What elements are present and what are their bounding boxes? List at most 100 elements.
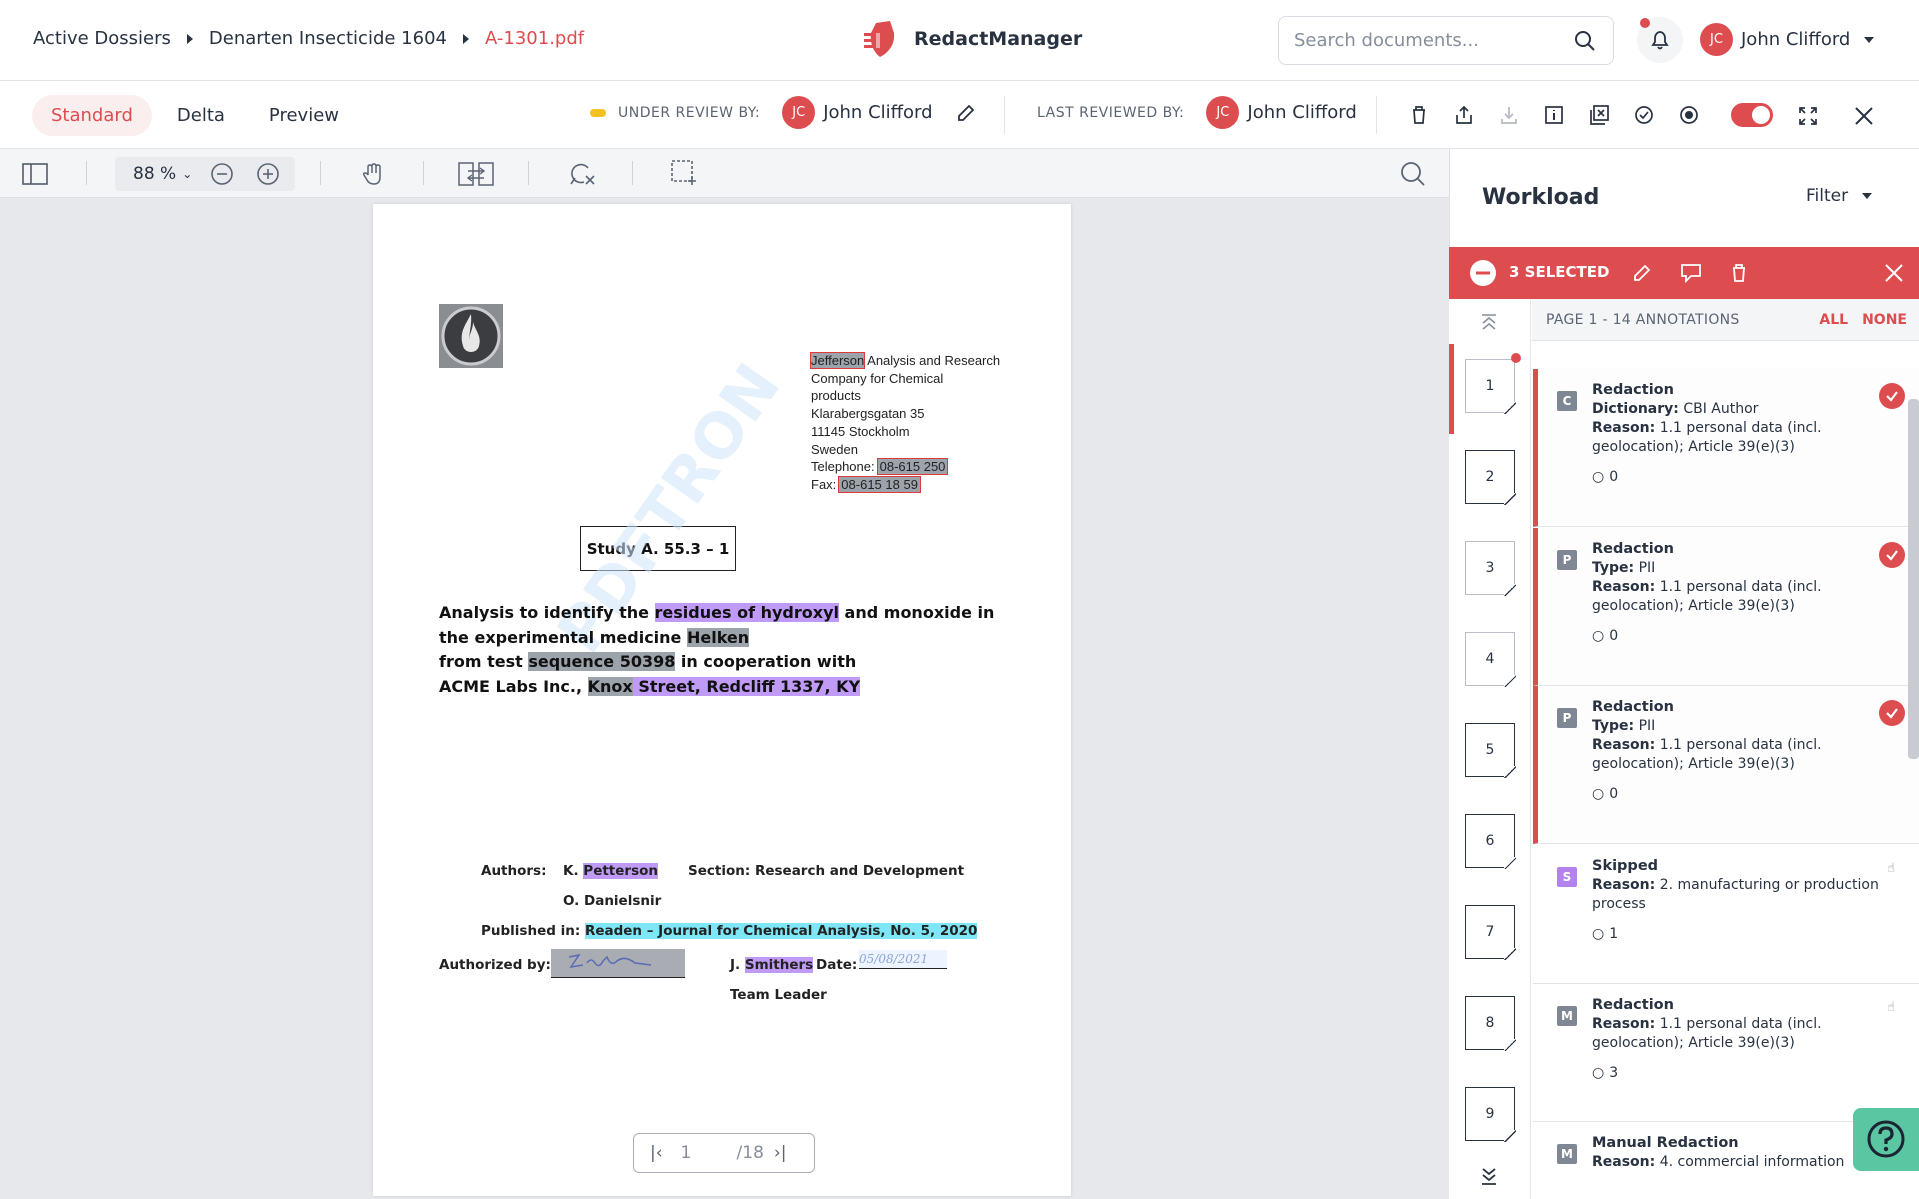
page-thumb-3[interactable]: 3 — [1465, 541, 1516, 596]
date-value[interactable]: 05/08/2021 — [859, 950, 947, 969]
excel-export-icon[interactable] — [1588, 104, 1610, 126]
document-search-icon[interactable] — [1400, 161, 1426, 187]
share-icon[interactable] — [1453, 104, 1475, 126]
page-navigator: |‹ 1 /18 ›| — [633, 1133, 815, 1173]
current-page-input[interactable]: 1 — [681, 1143, 737, 1163]
tab-preview[interactable]: Preview — [250, 95, 358, 136]
comment-bubble-icon: ○ — [1592, 628, 1605, 644]
page-thumb-4[interactable]: 4 — [1465, 632, 1516, 687]
user-name: John Clifford — [1741, 29, 1851, 50]
page-thumb-9[interactable]: 9 — [1465, 1087, 1516, 1142]
close-icon[interactable] — [1853, 105, 1875, 127]
breadcrumb-file[interactable]: A-1301.pdf — [485, 28, 584, 49]
download-icon[interactable] — [1498, 104, 1520, 126]
redaction-helken[interactable]: Helken — [686, 627, 750, 647]
redaction-fax[interactable]: 08-615 18 59 — [838, 475, 921, 493]
record-icon[interactable] — [1678, 104, 1700, 126]
deselect-icon[interactable] — [1469, 259, 1497, 287]
first-page-icon[interactable]: |‹ — [650, 1143, 663, 1163]
comment-icon[interactable] — [1679, 262, 1703, 284]
under-review-label: UNDER REVIEW BY: — [618, 104, 761, 121]
help-button[interactable] — [1853, 1108, 1919, 1171]
hand-pointer-icon[interactable]: ☝ — [1887, 1000, 1895, 1015]
breadcrumb-dossier[interactable]: Denarten Insecticide 1604 — [209, 28, 447, 49]
highlight-journal[interactable]: Readen – Journal for Chemical Analysis, … — [584, 923, 978, 939]
search-icon[interactable] — [1574, 30, 1596, 52]
search-input[interactable] — [1294, 30, 1564, 51]
under-review-group: UNDER REVIEW BY: JC John Clifford — [590, 96, 977, 129]
page-thumb-1[interactable]: 1 — [1465, 353, 1521, 414]
signer: J. Smithers — [730, 957, 814, 973]
annotation-card-4[interactable]: S Skipped Reason: 2. manufacturing or pr… — [1533, 845, 1919, 984]
selected-check-icon[interactable] — [1879, 700, 1905, 726]
selected-check-icon[interactable] — [1879, 542, 1905, 568]
comment-count[interactable]: ○ 0 — [1592, 627, 1882, 646]
scroll-top-icon[interactable] — [1478, 311, 1500, 333]
filter-dropdown[interactable]: Filter — [1806, 186, 1873, 206]
comment-bubble-icon: ○ — [1592, 469, 1605, 485]
selected-check-icon[interactable] — [1879, 383, 1905, 409]
zoom-level[interactable]: 88 % — [133, 164, 176, 184]
trash-icon[interactable] — [1408, 104, 1430, 126]
area-select-icon[interactable] — [670, 159, 698, 187]
page-thumb-6[interactable]: 6 — [1465, 814, 1516, 869]
fullscreen-icon[interactable] — [1797, 105, 1819, 127]
last-reviewed-label: LAST REVIEWED BY: — [1037, 104, 1185, 121]
compare-icon[interactable] — [458, 161, 494, 187]
breadcrumb-active-dossiers[interactable]: Active Dossiers — [33, 28, 171, 49]
hand-pointer-icon[interactable]: ☝ — [1887, 861, 1895, 876]
pan-hand-icon[interactable] — [360, 161, 386, 187]
comment-count[interactable]: ○ 3 — [1592, 1064, 1882, 1083]
user-menu[interactable]: JC John Clifford — [1700, 23, 1875, 56]
badge-cbi: C — [1557, 391, 1577, 411]
annotation-card-3[interactable]: P Redaction Type: PII Reason: 1.1 person… — [1533, 686, 1919, 844]
redaction-telephone[interactable]: 08-615 250 — [876, 458, 949, 476]
toggle-switch[interactable] — [1731, 103, 1773, 127]
clear-annotation-icon[interactable] — [568, 160, 596, 188]
last-page-icon[interactable]: ›| — [774, 1143, 787, 1163]
select-all-link[interactable]: ALL — [1819, 312, 1848, 328]
caret-down-icon — [1862, 193, 1873, 199]
info-icon[interactable] — [1543, 104, 1565, 126]
edit-pencil-icon[interactable] — [955, 102, 977, 124]
annotations-scrollbar[interactable] — [1908, 399, 1919, 759]
redaction-knox[interactable]: Knox — [587, 676, 633, 696]
highlight-smithers[interactable]: Smithers — [744, 957, 814, 973]
annotation-card-5[interactable]: M Redaction Reason: 1.1 personal data (i… — [1533, 984, 1919, 1122]
tab-standard[interactable]: Standard — [32, 95, 152, 136]
annotation-card-2[interactable]: P Redaction Type: PII Reason: 1.1 person… — [1533, 528, 1919, 686]
zoom-out-icon[interactable] — [210, 162, 234, 186]
approve-check-icon[interactable] — [1633, 104, 1655, 126]
trash-icon[interactable] — [1728, 262, 1750, 284]
comment-count[interactable]: ○ 0 — [1592, 468, 1882, 487]
sidebar-toggle-icon[interactable] — [22, 163, 48, 185]
status-indicator — [590, 108, 606, 117]
search-box[interactable] — [1278, 16, 1614, 65]
zoom-in-icon[interactable] — [256, 162, 280, 186]
chevron-right-icon — [462, 33, 469, 44]
scroll-bottom-icon[interactable] — [1478, 1165, 1500, 1187]
redaction-jefferson[interactable]: Jefferson — [809, 352, 866, 369]
page-thumb-2[interactable]: 2 — [1465, 450, 1516, 505]
under-review-user: John Clifford — [823, 102, 933, 123]
page-thumb-7[interactable]: 7 — [1465, 905, 1516, 960]
highlight-street[interactable]: Street, Redcliff 1337, KY — [632, 676, 861, 696]
select-none-link[interactable]: NONE — [1862, 312, 1907, 328]
chevron-down-icon[interactable]: ⌄ — [182, 167, 192, 181]
edit-pencil-icon[interactable] — [1631, 262, 1653, 284]
redaction-sequence[interactable]: sequence 50398 — [528, 652, 676, 671]
notifications-button[interactable] — [1637, 17, 1683, 63]
avatar: JC — [1700, 23, 1733, 56]
page-thumb-5[interactable]: 5 — [1465, 723, 1516, 778]
annotation-card-1[interactable]: C Redaction Dictionary: CBI Author Reaso… — [1533, 369, 1919, 527]
close-icon[interactable] — [1883, 262, 1905, 284]
comment-count[interactable]: ○ 1 — [1592, 925, 1882, 944]
last-reviewed-user: John Clifford — [1247, 102, 1357, 123]
page-thumb-8[interactable]: 8 — [1465, 996, 1516, 1051]
signature-redaction[interactable] — [551, 949, 685, 978]
app-logo[interactable]: RedactManager — [862, 19, 1082, 59]
tab-delta[interactable]: Delta — [158, 95, 244, 136]
highlight-petterson[interactable]: Petterson — [583, 863, 658, 879]
comment-count[interactable]: ○ 0 — [1592, 785, 1882, 804]
highlight-residues[interactable]: residues of hydroxyl — [654, 603, 839, 622]
